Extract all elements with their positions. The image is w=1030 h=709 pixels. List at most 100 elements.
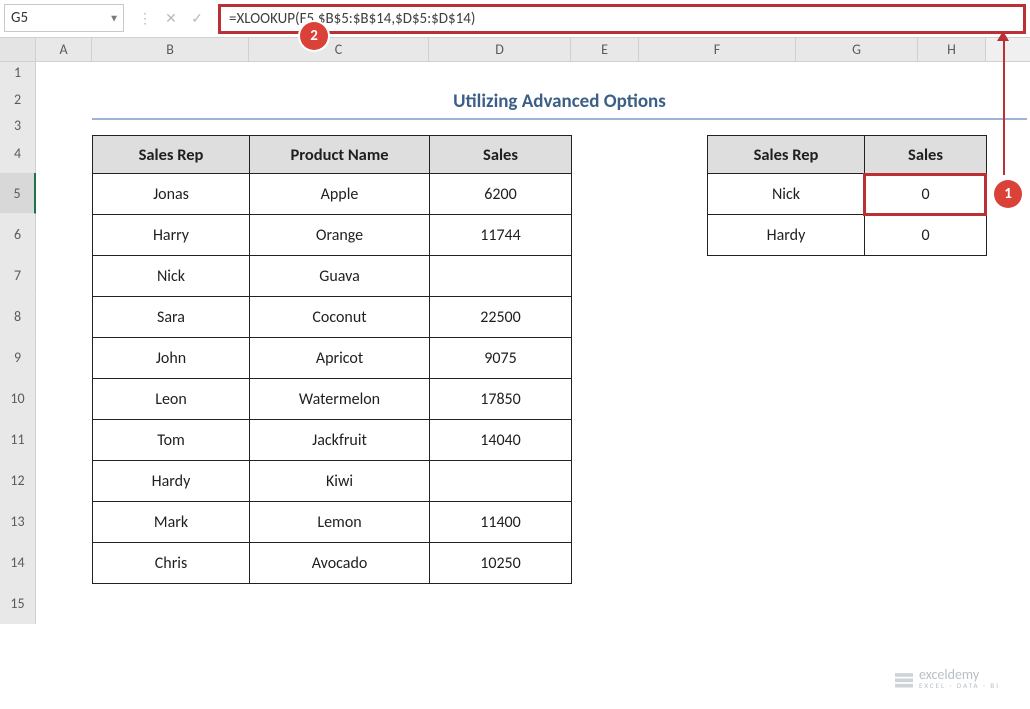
formula-text: =XLOOKUP(F5,$B$5:$B$14,$D$5:$D$14) <box>229 10 475 28</box>
cell-G5[interactable]: 0 <box>865 174 987 215</box>
watermark-logo-icon <box>895 670 913 688</box>
cell[interactable]: Tom <box>93 420 250 461</box>
row-10[interactable]: 10 <box>0 378 36 419</box>
cell[interactable]: Hardy <box>708 215 865 256</box>
cell[interactable]: Lemon <box>250 502 430 543</box>
cell[interactable]: Coconut <box>250 297 430 338</box>
col-D[interactable]: D <box>429 38 571 61</box>
col-F[interactable]: F <box>639 38 796 61</box>
cell[interactable]: Nick <box>708 174 865 215</box>
row-15[interactable]: 15 <box>0 583 36 624</box>
row-6[interactable]: 6 <box>0 214 36 255</box>
row-5[interactable]: 5 <box>0 173 36 214</box>
main-header-rep: Sales Rep <box>93 136 250 174</box>
table-row: HarryOrange11744 <box>93 215 572 256</box>
cell[interactable]: Leon <box>93 379 250 420</box>
col-A[interactable]: A <box>36 38 92 61</box>
cell[interactable] <box>430 461 572 502</box>
side-header-sales: Sales <box>865 136 987 174</box>
table-row: JonasApple6200 <box>93 174 572 215</box>
callout-2: 2 <box>300 22 328 50</box>
row-headers: 1 2 3 4 5 6 7 8 9 10 11 12 13 14 15 <box>0 62 36 624</box>
col-E[interactable]: E <box>571 38 639 61</box>
main-header-prod: Product Name <box>250 136 430 174</box>
divider-icon: ⋮ <box>137 10 153 27</box>
arrow-line <box>1003 40 1005 175</box>
column-headers: A B C D E F G H <box>0 38 1030 62</box>
cell[interactable]: Avocado <box>250 543 430 584</box>
cell[interactable]: Kiwi <box>250 461 430 502</box>
chevron-down-icon[interactable]: ▼ <box>109 12 119 25</box>
row-13[interactable]: 13 <box>0 501 36 542</box>
page-title: Utilizing Advanced Options <box>92 86 1027 116</box>
cancel-icon[interactable]: ✕ <box>163 10 179 27</box>
col-B[interactable]: B <box>92 38 249 61</box>
table-row: TomJackfruit14040 <box>93 420 572 461</box>
col-C[interactable]: C <box>249 38 429 61</box>
cell[interactable]: 22500 <box>430 297 572 338</box>
cell[interactable]: Jonas <box>93 174 250 215</box>
row-3[interactable]: 3 <box>0 116 36 135</box>
cell[interactable]: Apricot <box>250 338 430 379</box>
row-8[interactable]: 8 <box>0 296 36 337</box>
callout-1: 1 <box>994 180 1022 208</box>
table-row: MarkLemon11400 <box>93 502 572 543</box>
cell[interactable]: 11744 <box>430 215 572 256</box>
table-row: SaraCoconut22500 <box>93 297 572 338</box>
cell[interactable]: 6200 <box>430 174 572 215</box>
row-11[interactable]: 11 <box>0 419 36 460</box>
table-row: ChrisAvocado10250 <box>93 543 572 584</box>
table-row: NickGuava <box>93 256 572 297</box>
grid: 1 2 3 4 5 6 7 8 9 10 11 12 13 14 15 Util… <box>0 62 1030 624</box>
name-box-value: G5 <box>11 9 28 27</box>
cell[interactable] <box>430 256 572 297</box>
formula-bar: G5 ▼ ⋮ ✕ ✓ =XLOOKUP(F5,$B$5:$B$14,$D$5:$… <box>0 0 1030 38</box>
side-header-rep: Sales Rep <box>708 136 865 174</box>
cell[interactable]: 10250 <box>430 543 572 584</box>
cell[interactable]: Sara <box>93 297 250 338</box>
row-4[interactable]: 4 <box>0 135 36 173</box>
main-header-sales: Sales <box>430 136 572 174</box>
cell[interactable]: Watermelon <box>250 379 430 420</box>
table-row: Nick0 <box>708 174 987 215</box>
row-12[interactable]: 12 <box>0 460 36 501</box>
col-H[interactable]: H <box>918 38 986 61</box>
row-9[interactable]: 9 <box>0 337 36 378</box>
cell[interactable]: John <box>93 338 250 379</box>
title-underline <box>92 118 1027 120</box>
cell[interactable]: Jackfruit <box>250 420 430 461</box>
name-box[interactable]: G5 ▼ <box>4 4 124 32</box>
row-7[interactable]: 7 <box>0 255 36 296</box>
table-row: HardyKiwi <box>93 461 572 502</box>
select-all-corner[interactable] <box>0 38 36 61</box>
watermark-text: exceldemy EXCEL · DATA · BI <box>919 668 1000 689</box>
cell[interactable]: Chris <box>93 543 250 584</box>
cell[interactable]: 17850 <box>430 379 572 420</box>
cell[interactable]: Orange <box>250 215 430 256</box>
col-G[interactable]: G <box>796 38 918 61</box>
cell[interactable]: 9075 <box>430 338 572 379</box>
cell[interactable]: 11400 <box>430 502 572 543</box>
row-1[interactable]: 1 <box>0 62 36 84</box>
enter-icon[interactable]: ✓ <box>189 10 205 27</box>
cell[interactable]: 0 <box>865 215 987 256</box>
row-14[interactable]: 14 <box>0 542 36 583</box>
cell[interactable]: Harry <box>93 215 250 256</box>
formula-input[interactable]: =XLOOKUP(F5,$B$5:$B$14,$D$5:$D$14) <box>218 4 1026 34</box>
table-row: JohnApricot9075 <box>93 338 572 379</box>
formula-bar-buttons: ⋮ ✕ ✓ <box>130 4 212 33</box>
main-table: Sales Rep Product Name Sales JonasApple6… <box>92 135 572 584</box>
cell[interactable]: Hardy <box>93 461 250 502</box>
arrow-head-icon <box>997 31 1009 41</box>
cells-area[interactable]: Utilizing Advanced Options Sales Rep Pro… <box>36 62 1030 624</box>
table-row: Hardy0 <box>708 215 987 256</box>
watermark: exceldemy EXCEL · DATA · BI <box>895 668 1000 689</box>
cell[interactable]: 14040 <box>430 420 572 461</box>
row-2[interactable]: 2 <box>0 84 36 116</box>
cell[interactable]: Nick <box>93 256 250 297</box>
table-row: LeonWatermelon17850 <box>93 379 572 420</box>
side-table: Sales Rep Sales Nick0 Hardy0 <box>707 135 987 256</box>
cell[interactable]: Apple <box>250 174 430 215</box>
cell[interactable]: Guava <box>250 256 430 297</box>
cell[interactable]: Mark <box>93 502 250 543</box>
